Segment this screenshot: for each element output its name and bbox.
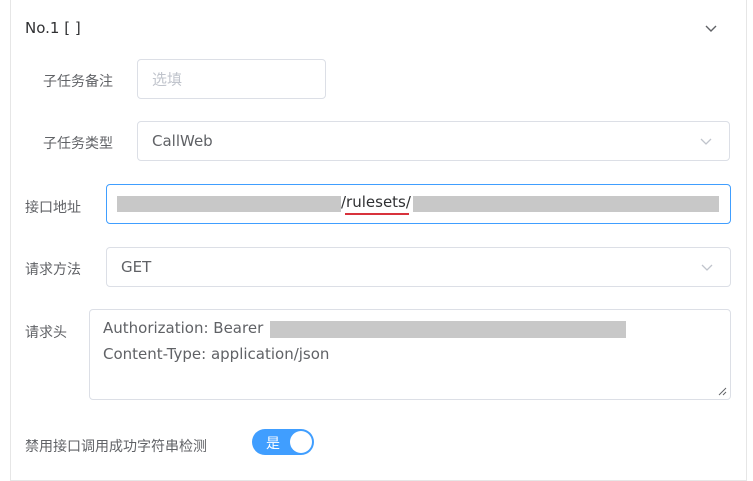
headers-textarea[interactable]: Authorization: Bearer Content-Type: appl… [89, 309, 731, 400]
headers-line-2: Content-Type: application/json [103, 345, 330, 363]
chevron-down-icon [700, 138, 712, 145]
url-label: 接口地址 [25, 200, 81, 216]
chevron-down-icon [701, 264, 713, 271]
headers-redacted-token [270, 321, 626, 338]
switch-knob [290, 431, 312, 453]
url-redacted-prefix [117, 196, 341, 212]
disable-check-label: 禁用接口调用成功字符串检测 [25, 439, 207, 455]
type-label: 子任务类型 [43, 136, 113, 152]
headers-line-1: Authorization: Bearer [103, 319, 264, 337]
remark-input[interactable]: 选填 [137, 59, 326, 99]
type-select[interactable]: CallWeb [137, 121, 730, 161]
url-highlight-underline [345, 213, 409, 215]
method-label: 请求方法 [25, 262, 81, 278]
method-select[interactable]: GET [106, 247, 731, 287]
type-value: CallWeb [152, 132, 213, 150]
subtask-header-title[interactable]: No.1 [ ] [25, 19, 81, 37]
method-value: GET [121, 258, 152, 276]
disable-check-switch[interactable]: 是 [252, 429, 314, 455]
chevron-down-icon[interactable] [703, 20, 719, 36]
subtask-panel [10, 0, 747, 481]
headers-label: 请求头 [25, 325, 67, 341]
resize-handle-icon[interactable] [717, 386, 727, 396]
url-visible-segment: /rulesets/ [341, 193, 411, 211]
remark-placeholder: 选填 [152, 70, 183, 89]
remark-label: 子任务备注 [43, 74, 113, 90]
url-input[interactable]: /rulesets/ [106, 184, 731, 224]
switch-text: 是 [266, 436, 280, 452]
url-redacted-suffix [413, 196, 719, 212]
